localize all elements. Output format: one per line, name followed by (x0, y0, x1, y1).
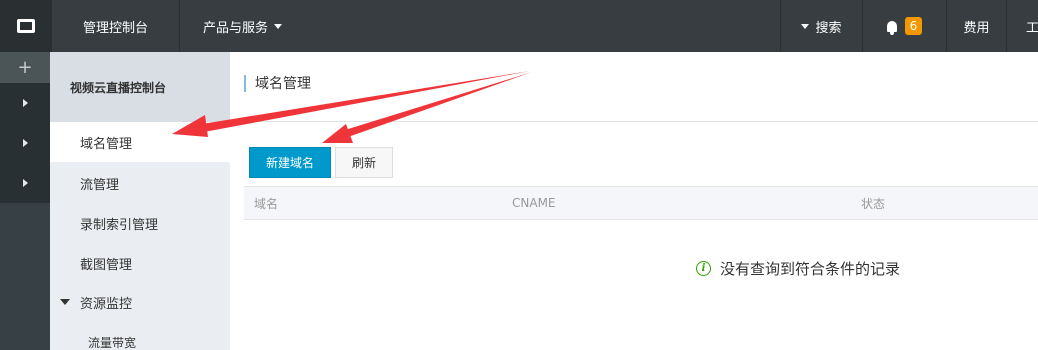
rail-expand-item[interactable] (0, 163, 50, 203)
search-label: 搜索 (815, 20, 842, 36)
notification-badge: 6 (905, 17, 922, 35)
sidebar-item-domain-management[interactable]: 域名管理 (50, 122, 230, 162)
sidebar-item-label: 录制索引管理 (80, 217, 159, 233)
icon-rail: + (0, 52, 50, 350)
rail-expand-item[interactable] (0, 123, 50, 163)
chevron-down-icon (801, 23, 810, 29)
work-label: 工 (1026, 20, 1038, 36)
rail-expand-item[interactable] (0, 83, 50, 123)
sidebar-item-label: 流量带宽 (88, 335, 137, 350)
console-title: 管理控制台 (82, 20, 148, 36)
products-label: 产品与服务 (202, 20, 268, 36)
page-header: 域名管理 (244, 73, 311, 93)
top-navigation-bar: 管理控制台 产品与服务 搜索 6 费用 工 (0, 0, 1038, 52)
work-order-menu[interactable]: 工 (1007, 0, 1038, 52)
empty-message: 没有查询到符合条件的记录 (720, 260, 901, 278)
sidebar-item-recording-index[interactable]: 录制索引管理 (50, 203, 230, 243)
chevron-down-icon (274, 23, 282, 29)
cloud-logo-icon[interactable] (0, 0, 52, 52)
sidebar-item-snapshot-management[interactable]: 截图管理 (50, 243, 230, 283)
sidebar-group-resource-monitoring[interactable]: 资源监控 (50, 282, 230, 322)
sidebar-title: 视频云直播控制台 (50, 52, 230, 122)
console-root: 管理控制台 产品与服务 搜索 6 费用 工 + 视频云直播控制台 域名管理 流管… (0, 0, 1038, 350)
chevron-right-icon (22, 99, 28, 107)
search-menu[interactable]: 搜索 (780, 0, 863, 52)
fee-label: 费用 (963, 20, 990, 36)
notifications-button[interactable]: 6 (863, 0, 947, 52)
products-services-menu[interactable]: 产品与服务 (180, 0, 305, 52)
page-title: 域名管理 (255, 76, 311, 92)
header-divider (230, 121, 1038, 122)
fee-menu[interactable]: 费用 (947, 0, 1007, 52)
sidebar-item-label: 流管理 (80, 177, 120, 193)
chevron-right-icon (22, 179, 28, 187)
column-header-status[interactable]: 状态 (861, 187, 885, 219)
domain-table-header: 域名 CNAME 状态 (244, 186, 1038, 220)
empty-state: i 没有查询到符合条件的记录 (696, 258, 900, 279)
sidebar-item-label: 截图管理 (80, 257, 133, 273)
caret-down-icon (60, 299, 70, 305)
sidebar-item-traffic-bandwidth[interactable]: 流量带宽 (50, 322, 230, 350)
column-header-domain[interactable]: 域名 (254, 187, 278, 219)
add-icon[interactable]: + (0, 52, 50, 83)
refresh-button[interactable]: 刷新 (335, 147, 393, 178)
product-sidebar: 视频云直播控制台 域名管理 流管理 录制索引管理 截图管理 资源监控 流量带宽 (50, 52, 230, 350)
sidebar-item-label: 资源监控 (80, 296, 133, 312)
sidebar-item-label: 域名管理 (80, 136, 133, 152)
column-header-cname[interactable]: CNAME (512, 187, 556, 219)
title-accent-bar (244, 74, 246, 92)
new-domain-button[interactable]: 新建域名 (249, 147, 331, 178)
console-home-link[interactable]: 管理控制台 (52, 0, 180, 52)
bell-icon (887, 20, 897, 35)
sidebar-item-stream-management[interactable]: 流管理 (50, 163, 230, 203)
info-icon: i (696, 261, 711, 276)
main-content: 域名管理 新建域名 刷新 域名 CNAME 状态 i 没有查询到符合条件的记录 (230, 52, 1038, 350)
chevron-right-icon (22, 139, 28, 147)
